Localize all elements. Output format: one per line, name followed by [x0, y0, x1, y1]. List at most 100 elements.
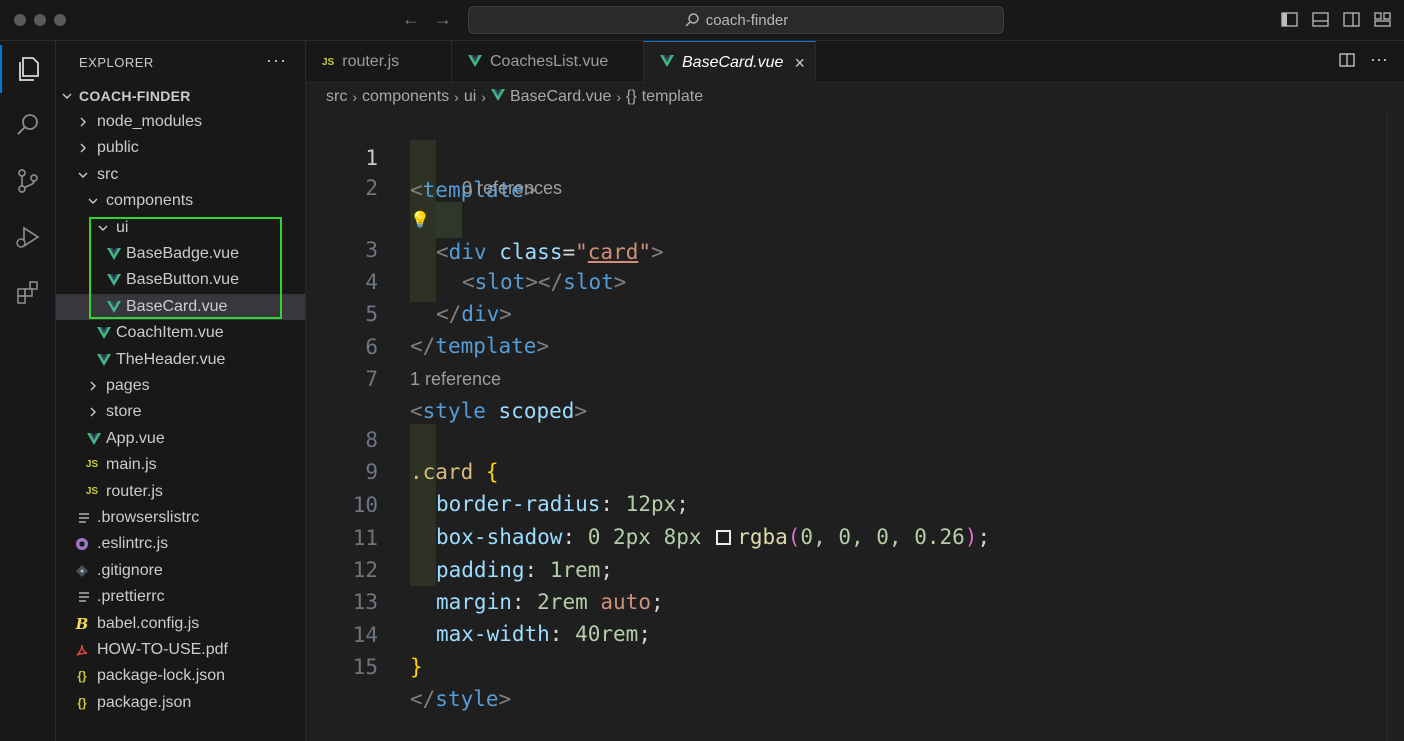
tab-basecard-vue[interactable]: BaseCard.vue ×: [644, 41, 816, 83]
tree-item-how-to-use-pdf[interactable]: HOW-TO-USE.pdf: [56, 637, 305, 663]
tree-item-pages[interactable]: pages: [56, 373, 305, 399]
tree-item-main-js[interactable]: JS main.js: [56, 452, 305, 478]
more-actions-icon[interactable]: ···: [1370, 50, 1388, 74]
chevron-right-icon: ›: [352, 89, 357, 105]
breadcrumb-item[interactable]: components: [362, 88, 449, 106]
customize-layout-icon[interactable]: [1373, 10, 1392, 29]
tree-item-browserslistrc[interactable]: .browserslistrc: [56, 505, 305, 531]
chevron-down-icon: [86, 188, 100, 214]
json-file-icon: {}: [77, 696, 87, 710]
tree-item-label: router.js: [106, 483, 163, 500]
extensions-icon[interactable]: [0, 269, 56, 317]
command-center-search[interactable]: coach-finder: [468, 6, 1004, 34]
close-window-button[interactable]: [14, 14, 26, 26]
line-number: 15: [352, 655, 378, 679]
tree-item-basebadge[interactable]: BaseBadge.vue: [56, 241, 305, 267]
tab-coacheslist-vue[interactable]: CoachesList.vue: [452, 41, 644, 83]
tree-root-coach-finder[interactable]: COACH-FINDER: [56, 83, 305, 109]
close-icon[interactable]: ×: [794, 53, 805, 74]
tree-item-label: pages: [106, 377, 150, 394]
title-bar: ← → coach-finder: [0, 0, 1404, 41]
chevron-right-icon: [86, 373, 100, 399]
breadcrumb-item[interactable]: ui: [464, 88, 476, 106]
chevron-down-icon: [76, 162, 90, 188]
command-center-label: coach-finder: [705, 11, 789, 29]
tree-item-label: node_modules: [97, 113, 202, 130]
breadcrumb: src › components › ui › BaseCard.vue › {…: [326, 86, 703, 108]
tree-item-label: package-lock.json: [97, 667, 226, 684]
tab-label: router.js: [342, 53, 400, 70]
code-line-3: 3 <slot></slot>: [306, 202, 1386, 294]
chevron-right-icon: [86, 399, 100, 425]
tree-item-node-modules[interactable]: node_modules: [56, 109, 305, 135]
tree-item-label: BaseCard.vue: [126, 298, 228, 315]
tree-item-package-lock[interactable]: {} package-lock.json: [56, 663, 305, 689]
tree-item-label: babel.config.js: [97, 615, 200, 632]
explorer-icon[interactable]: [0, 45, 56, 93]
line-number: 7: [365, 367, 378, 391]
tree-item-babel-config[interactable]: B babel.config.js: [56, 611, 305, 637]
js-file-icon: JS: [85, 459, 99, 470]
code-line-6: 6: [306, 299, 1386, 359]
activity-bar: [0, 41, 56, 741]
codelens-references[interactable]: 0 references: [462, 174, 562, 202]
tree-item-components[interactable]: components: [56, 188, 305, 214]
tree-item-src[interactable]: src: [56, 162, 305, 188]
tree-item-label: store: [106, 403, 142, 420]
tree-item-prettierrc[interactable]: .prettierrc: [56, 584, 305, 610]
tree-item-label: main.js: [106, 456, 157, 473]
toggle-panel-icon[interactable]: [1311, 10, 1330, 29]
vue-file-icon: [86, 426, 102, 452]
source-control-icon[interactable]: [0, 157, 56, 205]
code-editor[interactable]: 1 <template> 2 💡 <div class="card"> 0 re…: [306, 110, 1404, 741]
vue-file-icon: [490, 88, 505, 106]
tree-item-label: public: [97, 139, 139, 156]
zoom-window-button[interactable]: [54, 14, 66, 26]
toggle-secondary-sidebar-icon[interactable]: [1342, 10, 1361, 29]
tree-item-label: App.vue: [106, 430, 165, 447]
tree-item-eslintrc[interactable]: .eslintrc.js: [56, 531, 305, 557]
chevron-right-icon: ›: [481, 89, 486, 105]
breadcrumb-item[interactable]: src: [326, 88, 347, 106]
tree-item-package-json[interactable]: {} package.json: [56, 690, 305, 716]
codelens-references[interactable]: 1 reference: [410, 365, 501, 393]
code-line-4: 4 </div>: [306, 234, 1386, 326]
explorer-title: EXPLORER: [79, 55, 154, 70]
tab-router-js[interactable]: JS router.js: [306, 41, 452, 83]
split-editor-icon[interactable]: [1338, 51, 1356, 74]
config-file-icon: [76, 505, 92, 531]
tree-item-label: .prettierrc: [97, 588, 165, 605]
breadcrumb-item[interactable]: BaseCard.vue: [510, 88, 611, 106]
tree-item-store[interactable]: store: [56, 399, 305, 425]
json-file-icon: {}: [77, 669, 87, 683]
search-icon[interactable]: [0, 101, 56, 149]
arrow-left-icon[interactable]: ←: [402, 9, 420, 29]
tree-item-gitignore[interactable]: .gitignore: [56, 558, 305, 584]
js-file-icon: JS: [85, 486, 99, 497]
chevron-right-icon: [76, 109, 90, 135]
more-actions-button[interactable]: ···: [266, 50, 287, 71]
arrow-right-icon[interactable]: →: [434, 9, 452, 29]
code-line-12: 12 margin: 2rem auto;: [306, 522, 1386, 614]
run-debug-icon[interactable]: [0, 213, 56, 261]
breadcrumb-item[interactable]: template: [642, 88, 703, 106]
tree-item-basecard[interactable]: BaseCard.vue: [56, 294, 305, 320]
code-line-8: 8 .card {: [306, 392, 1386, 484]
vue-file-icon: [468, 54, 482, 70]
tree-item-app-vue[interactable]: App.vue: [56, 426, 305, 452]
editor-tab-bar: JS router.js CoachesList.vue BaseCard.vu…: [306, 41, 1404, 83]
vue-file-icon: [96, 347, 112, 373]
tree-item-public[interactable]: public: [56, 135, 305, 161]
tree-item-theheader[interactable]: TheHeader.vue: [56, 347, 305, 373]
code-line-13: 13 max-width: 40rem;: [306, 554, 1386, 646]
tree-item-basebutton[interactable]: BaseButton.vue: [56, 267, 305, 293]
toggle-primary-sidebar-icon[interactable]: [1280, 10, 1299, 29]
tree-item-router-js[interactable]: JS router.js: [56, 479, 305, 505]
code-line-5: 5 </template>: [306, 266, 1386, 358]
chevron-down-icon: [60, 83, 74, 109]
tree-item-label: BaseBadge.vue: [126, 245, 239, 262]
tree-item-coachitem[interactable]: CoachItem.vue: [56, 320, 305, 346]
minimize-window-button[interactable]: [34, 14, 46, 26]
tree-item-ui[interactable]: ui: [56, 215, 305, 241]
babel-file-icon: B: [75, 615, 89, 633]
